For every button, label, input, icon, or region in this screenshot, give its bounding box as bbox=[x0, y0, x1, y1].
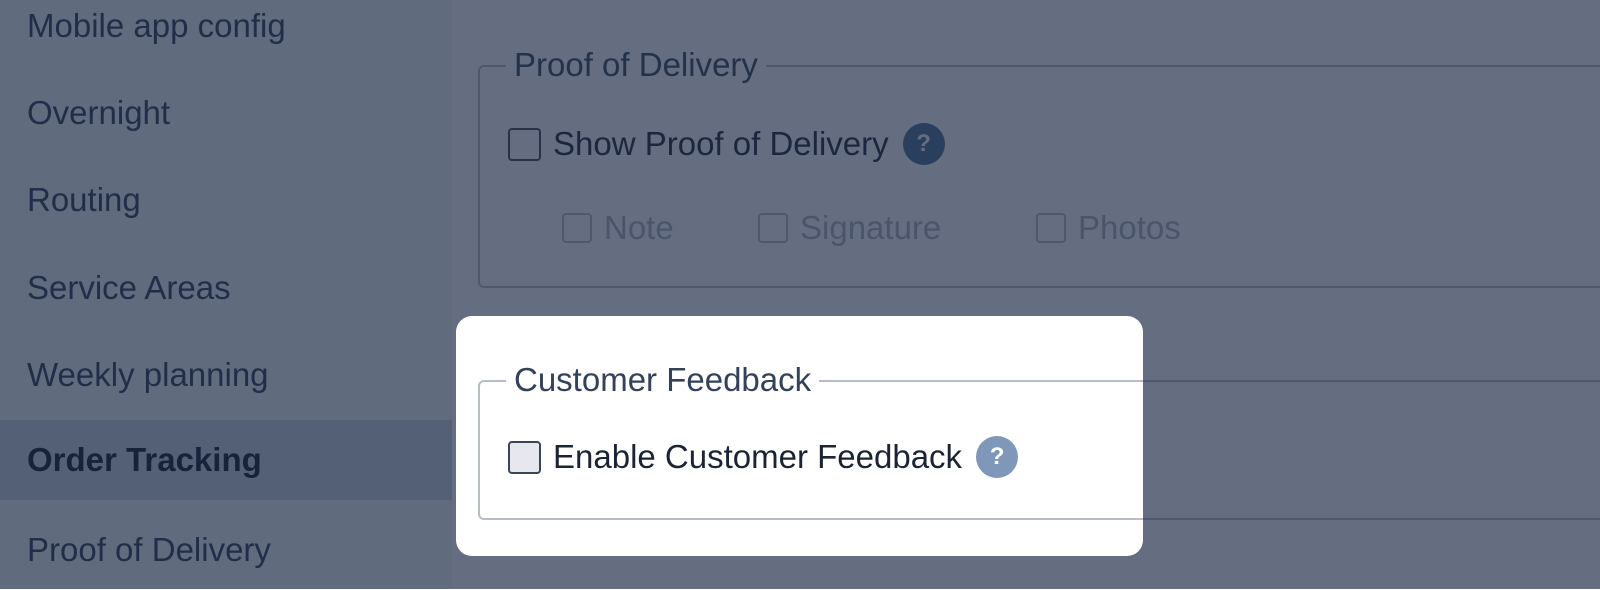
sidebar-item-label: Mobile app config bbox=[27, 7, 286, 44]
sidebar-item-label: Proof of Delivery bbox=[27, 531, 271, 568]
question-circle-icon[interactable]: ? bbox=[976, 436, 1019, 478]
proof-of-delivery-fieldset: Proof of Delivery Show Proof of Delivery… bbox=[478, 45, 1600, 288]
photos-checkbox[interactable] bbox=[1036, 213, 1066, 243]
note-option-row: Note bbox=[562, 209, 674, 247]
sidebar-item-weekly-planning[interactable]: Weekly planning bbox=[0, 335, 452, 415]
proof-of-delivery-legend: Proof of Delivery bbox=[506, 45, 766, 85]
show-proof-of-delivery-label[interactable]: Show Proof of Delivery bbox=[553, 125, 889, 163]
settings-sidebar: Mobile app config Overnight Routing Serv… bbox=[0, 0, 452, 589]
sidebar-item-proof-of-delivery[interactable]: Proof of Delivery bbox=[0, 510, 452, 590]
customer-feedback-legend: Customer Feedback bbox=[506, 360, 820, 400]
show-proof-of-delivery-row: Show Proof of Delivery ? bbox=[508, 123, 945, 165]
settings-content: Proof of Delivery Show Proof of Delivery… bbox=[452, 0, 1600, 589]
sidebar-item-service-areas[interactable]: Service Areas bbox=[0, 248, 452, 328]
photos-label: Photos bbox=[1078, 209, 1181, 246]
note-checkbox[interactable] bbox=[562, 213, 592, 243]
question-circle-icon[interactable]: ? bbox=[902, 123, 945, 165]
sidebar-item-order-tracking[interactable]: Order Tracking bbox=[0, 420, 452, 500]
show-proof-of-delivery-checkbox[interactable] bbox=[508, 127, 541, 161]
signature-label: Signature bbox=[800, 209, 942, 246]
enable-customer-feedback-label[interactable]: Enable Customer Feedback bbox=[553, 438, 962, 476]
settings-screen: Mobile app config Overnight Routing Serv… bbox=[0, 0, 1600, 589]
signature-checkbox[interactable] bbox=[758, 213, 788, 243]
customer-feedback-fieldset: Customer Feedback Enable Customer Feedba… bbox=[478, 360, 1600, 520]
sidebar-item-routing[interactable]: Routing bbox=[0, 160, 452, 240]
enable-customer-feedback-checkbox[interactable] bbox=[508, 440, 541, 474]
sidebar-item-overnight[interactable]: Overnight bbox=[0, 73, 452, 153]
sidebar-item-label: Routing bbox=[27, 181, 141, 218]
sidebar-item-mobile-app-config[interactable]: Mobile app config bbox=[0, 0, 452, 66]
signature-option-row: Signature bbox=[758, 209, 941, 247]
photos-option-row: Photos bbox=[1036, 209, 1181, 247]
enable-customer-feedback-row: Enable Customer Feedback ? bbox=[508, 436, 1019, 478]
note-label: Note bbox=[604, 209, 674, 246]
sidebar-item-label: Service Areas bbox=[27, 269, 231, 306]
sidebar-item-label: Order Tracking bbox=[27, 441, 262, 478]
sidebar-item-label: Weekly planning bbox=[27, 356, 269, 393]
sidebar-item-label: Overnight bbox=[27, 94, 171, 131]
